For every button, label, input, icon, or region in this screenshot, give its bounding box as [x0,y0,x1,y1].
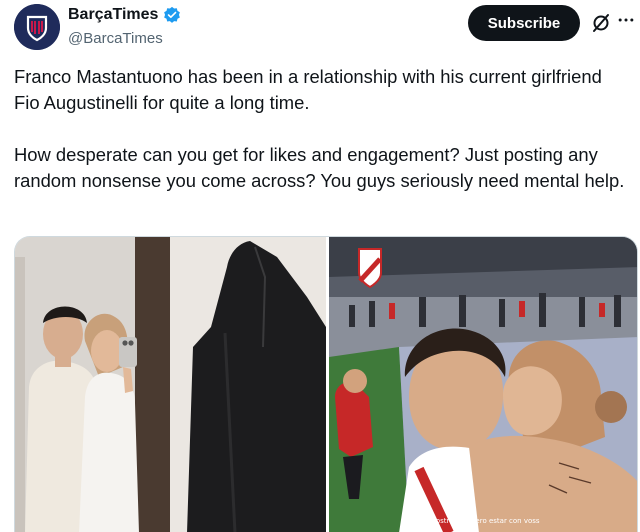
barcatimes-logo-icon[interactable] [14,4,60,50]
grok-icon[interactable] [590,12,612,34]
more-options-icon[interactable] [614,8,638,32]
subscribe-button[interactable]: Subscribe [468,5,580,41]
photo-stadium-celebration[interactable]: mostrar yo kiero estar con voss [329,237,637,532]
photo-caption: mostrar yo kiero estar con voss [429,517,540,525]
tweet-paragraph: How desperate can you get for likes and … [14,144,625,191]
author-display-name[interactable]: BarçaTimes [68,6,158,24]
verified-badge-icon [163,6,181,24]
author-name-row: BarçaTimes [68,6,181,24]
tweet-header: BarçaTimes @BarcaTimes Subscribe [0,0,640,60]
tweet-media-grid: mostrar yo kiero estar con voss [14,236,638,532]
photo-couple-mirror-selfie[interactable] [15,237,326,532]
author-handle[interactable]: @BarcaTimes [68,30,163,47]
tweet-text: Franco Mastantuono has been in a relatio… [14,64,630,194]
tweet-paragraph: Franco Mastantuono has been in a relatio… [14,66,602,113]
